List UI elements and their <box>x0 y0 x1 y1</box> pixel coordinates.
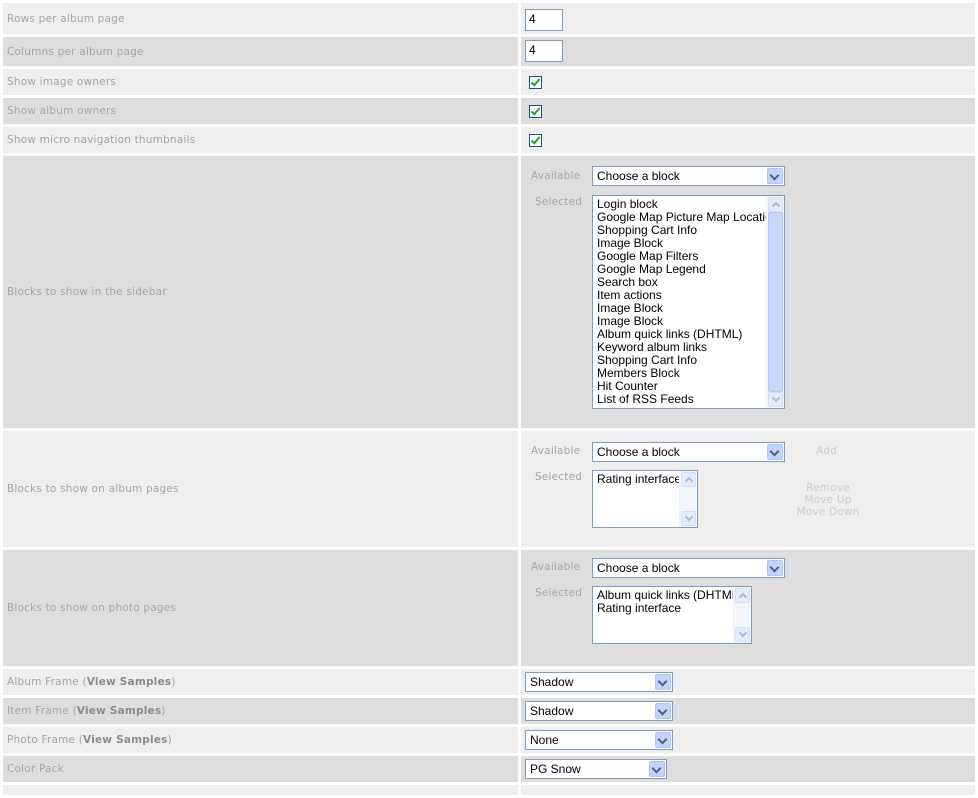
photo-frame-label: Photo Frame (View Samples) <box>3 727 518 753</box>
chevron-down-icon[interactable] <box>655 674 671 690</box>
sidebar-selected-list[interactable]: Login block Google Map Picture Map Locati… <box>592 195 785 409</box>
selected-label: Selected <box>535 471 583 483</box>
scroll-up-icon[interactable] <box>735 588 750 603</box>
photo-frame-select[interactable]: None <box>525 730 673 750</box>
show-image-owners-checkbox[interactable] <box>529 76 542 89</box>
sidebar-available-select[interactable]: Choose a block <box>592 166 785 186</box>
view-samples-link[interactable]: View Samples <box>83 734 168 746</box>
remove-button[interactable]: Remove <box>793 482 863 494</box>
photo-blocks-label: Blocks to show on photo pages <box>3 550 518 666</box>
item-frame-select[interactable]: Shadow <box>525 701 673 721</box>
select-value: Shadow <box>530 704 574 718</box>
columns-per-page-label: Columns per album page <box>3 37 518 66</box>
rows-per-page-input[interactable]: 4 <box>525 9 563 31</box>
chevron-down-icon[interactable] <box>767 168 783 184</box>
item-frame-label: Item Frame (View Samples) <box>3 698 518 724</box>
sidebar-blocks-label: Blocks to show in the sidebar <box>3 156 518 428</box>
scroll-up-icon[interactable] <box>681 472 696 487</box>
chevron-down-icon[interactable] <box>655 732 671 748</box>
select-value: Shadow <box>530 675 574 689</box>
chevron-down-icon[interactable] <box>649 761 665 777</box>
settings-row: Photo Frame (View Samples) None <box>3 727 975 756</box>
settings-row: Blocks to show on photo pages Available … <box>3 550 975 669</box>
select-value: Choose a block <box>597 445 680 459</box>
settings-row: Columns per album page 4 <box>3 37 975 69</box>
color-pack-label: Color Pack <box>3 756 518 782</box>
listbox-scrollbar[interactable] <box>733 587 751 643</box>
photo-available-select[interactable]: Choose a block <box>592 558 785 578</box>
settings-row: Color Pack PG Snow <box>3 756 975 785</box>
select-value: Choose a block <box>597 561 680 575</box>
rows-per-page-label: Rows per album page <box>3 3 518 34</box>
show-micro-nav-label: Show micro navigation thumbnails <box>3 127 518 153</box>
scroll-down-icon[interactable] <box>768 392 783 407</box>
list-option[interactable]: List of RSS Feeds <box>597 393 780 406</box>
selected-label: Selected <box>535 587 583 599</box>
chevron-down-icon[interactable] <box>767 560 783 576</box>
settings-row: Blocks to show on album pages Available … <box>3 431 975 550</box>
photo-selected-list[interactable]: Album quick links (DHTML) Rating interfac… <box>592 586 752 644</box>
settings-row: Show micro navigation thumbnails <box>3 127 975 156</box>
scroll-thumb[interactable] <box>768 212 783 392</box>
select-value: Choose a block <box>597 169 680 183</box>
album-frame-select[interactable]: Shadow <box>525 672 673 692</box>
album-blocks-label: Blocks to show on album pages <box>3 431 518 547</box>
select-value: None <box>530 733 559 747</box>
selected-label: Selected <box>535 196 583 208</box>
show-album-owners-label: Show album owners <box>3 98 518 124</box>
select-value: PG Snow <box>530 762 581 776</box>
listbox-scrollbar[interactable] <box>766 196 784 408</box>
show-micro-nav-checkbox[interactable] <box>529 134 542 147</box>
scroll-down-icon[interactable] <box>735 627 750 642</box>
add-button[interactable]: Add <box>816 445 837 457</box>
settings-row: Item Frame (View Samples) Shadow <box>3 698 975 727</box>
available-label: Available <box>531 445 581 457</box>
columns-per-page-input[interactable]: 4 <box>525 40 563 62</box>
view-samples-link[interactable]: View Samples <box>87 676 172 688</box>
album-frame-label: Album Frame (View Samples) <box>3 669 518 695</box>
available-label: Available <box>531 561 581 573</box>
scroll-up-icon[interactable] <box>768 197 783 212</box>
reorder-buttons: Remove Move Up Move Down <box>793 482 863 518</box>
list-option[interactable]: Rating interface <box>597 602 747 615</box>
settings-row: Show album owners <box>3 98 975 127</box>
chevron-down-icon[interactable] <box>767 444 783 460</box>
album-available-select[interactable]: Choose a block <box>592 442 785 462</box>
move-down-button[interactable]: Move Down <box>793 506 863 518</box>
view-samples-link[interactable]: View Samples <box>77 705 162 717</box>
album-selected-list[interactable]: Rating interface <box>592 470 698 528</box>
available-label: Available <box>531 170 581 182</box>
move-up-button[interactable]: Move Up <box>793 494 863 506</box>
settings-row: Blocks to show in the sidebar Available … <box>3 156 975 431</box>
color-pack-select[interactable]: PG Snow <box>525 759 667 779</box>
settings-row: Rows per album page 4 <box>3 3 975 37</box>
show-image-owners-label: Show image owners <box>3 69 518 95</box>
listbox-scrollbar[interactable] <box>679 471 697 527</box>
chevron-down-icon[interactable] <box>655 703 671 719</box>
theme-settings-table: Rows per album page 4 Columns per album … <box>3 3 975 798</box>
scroll-down-icon[interactable] <box>681 511 696 526</box>
settings-row <box>3 785 975 798</box>
settings-row: Show image owners <box>3 69 975 98</box>
show-album-owners-checkbox[interactable] <box>529 105 542 118</box>
settings-row: Album Frame (View Samples) Shadow <box>3 669 975 698</box>
